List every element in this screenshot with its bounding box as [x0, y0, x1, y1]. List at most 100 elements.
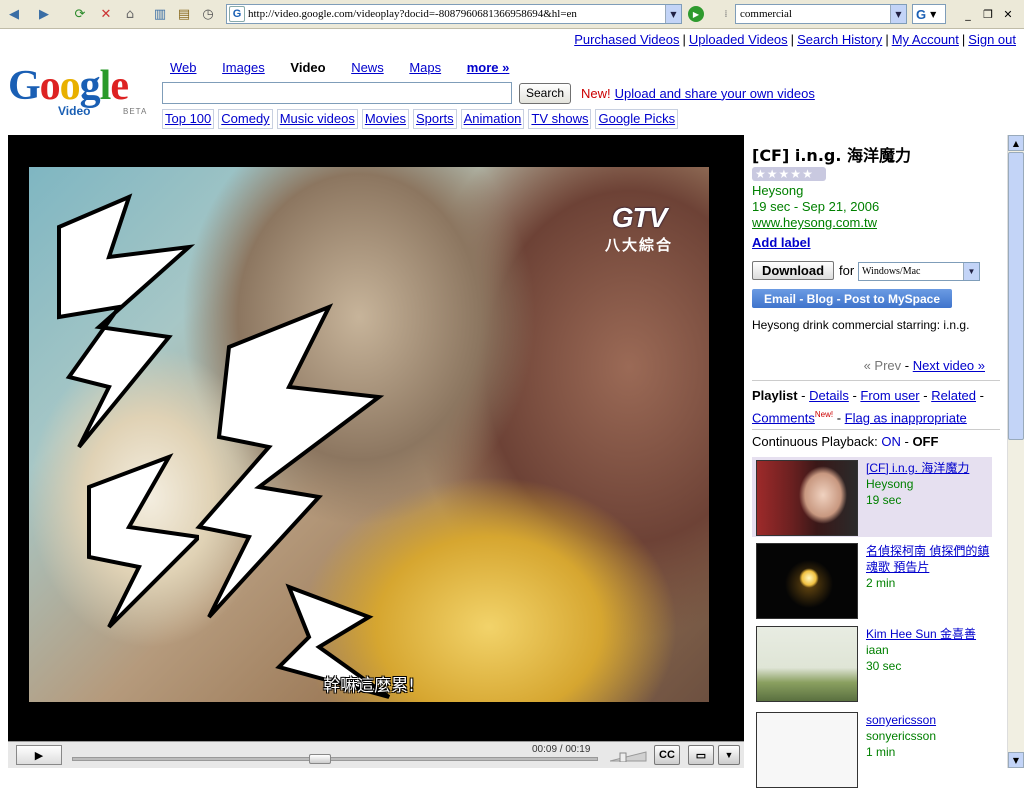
search-engine-button[interactable]: G ▼ — [912, 4, 946, 24]
play-button[interactable]: ▶ — [16, 745, 62, 765]
video-frame[interactable]: GTV 八大綜合 幹嘛這麼累! — [29, 167, 709, 702]
logo-wordmark: Google — [8, 63, 129, 109]
divider — [752, 380, 1000, 381]
seek-handle[interactable] — [308, 754, 331, 764]
bookmarks-icon[interactable]: ▥ — [150, 4, 170, 24]
time-readout: 00:09 / 00:19 — [532, 744, 591, 755]
category-animation[interactable]: Animation — [460, 109, 525, 129]
star-icon[interactable]: ★ — [755, 167, 766, 181]
playlist-item[interactable]: 名偵探柯南 偵探們的鎮魂歌 預告片 2 min — [752, 540, 992, 620]
address-text[interactable]: http://video.google.com/videoplay?docid=… — [248, 8, 665, 20]
video-thumbnail[interactable] — [756, 543, 858, 619]
playlist-item-title[interactable]: Kim Hee Sun 金喜善 — [866, 626, 992, 642]
comments-link[interactable]: Comments — [752, 410, 815, 425]
video-meta: 19 sec - Sep 21, 2006 — [752, 199, 880, 214]
play-icon: ▶ — [34, 748, 44, 762]
video-thumbnail[interactable] — [756, 460, 858, 536]
star-icon[interactable]: ★ — [802, 167, 813, 181]
google-g-icon: G — [916, 6, 927, 22]
uploaded-videos-link[interactable]: Uploaded Videos — [689, 32, 788, 47]
purchased-videos-link[interactable]: Purchased Videos — [574, 32, 679, 47]
closed-captions-button[interactable]: CC — [654, 745, 680, 765]
video-author: Heysong — [752, 183, 804, 198]
engine-dropdown-icon[interactable]: ▼ — [930, 10, 936, 19]
video-thumbnail[interactable] — [756, 626, 858, 702]
minimize-icon[interactable]: _ — [960, 6, 976, 22]
category-sports[interactable]: Sports — [413, 109, 457, 129]
video-site-link[interactable]: www.heysong.com.tw — [752, 215, 877, 230]
address-bar[interactable]: G http://video.google.com/videoplay?doci… — [226, 4, 682, 24]
upload-videos-link[interactable]: Upload and share your own videos — [615, 86, 815, 101]
playlist-item[interactable]: Kim Hee Sun 金喜善 iaan 30 sec — [752, 623, 992, 703]
star-icon[interactable]: ★ — [790, 167, 801, 181]
tab-news[interactable]: News — [351, 60, 384, 75]
player-menu-icon[interactable]: ▼ — [718, 745, 740, 765]
star-icon[interactable]: ★ — [779, 167, 790, 181]
continuous-on-toggle[interactable]: ON — [881, 434, 901, 449]
share-button[interactable]: Email - Blog - Post to MySpace — [752, 289, 952, 308]
video-thumbnail[interactable] — [756, 712, 858, 788]
category-music-videos[interactable]: Music videos — [276, 109, 358, 129]
playlist-item-title[interactable]: 名偵探柯南 偵探們的鎮魂歌 預告片 — [866, 543, 992, 575]
next-video-link[interactable]: Next video » — [913, 358, 985, 373]
stop-icon[interactable]: ✕ — [96, 4, 116, 24]
close-window-icon[interactable]: ✕ — [1000, 6, 1016, 22]
from-user-link[interactable]: From user — [860, 388, 919, 403]
seek-bar[interactable] — [72, 754, 598, 764]
tab-more[interactable]: more » — [467, 60, 510, 75]
related-link[interactable]: Related — [931, 388, 976, 403]
search-history-link[interactable]: Search History — [797, 32, 882, 47]
home-icon[interactable]: ⌂ — [120, 4, 140, 24]
page-scrollbar[interactable]: ▲ ▼ — [1007, 135, 1024, 768]
flag-link[interactable]: Flag as inappropriate — [845, 410, 967, 425]
video-search-input[interactable] — [162, 82, 512, 104]
category-movies[interactable]: Movies — [361, 109, 410, 129]
search-dropdown-icon[interactable]: ▼ — [890, 5, 906, 23]
category-top-100[interactable]: Top 100 — [162, 109, 215, 129]
restore-icon[interactable]: ❐ — [980, 6, 996, 22]
refresh-icon[interactable]: ⟳ — [70, 4, 90, 24]
tab-web[interactable]: Web — [170, 60, 197, 75]
player-controls: ▶ 00:09 / 00:19 CC ▭ ▼ — [8, 741, 744, 768]
continuous-playback: Continuous Playback: ON - OFF — [752, 434, 939, 449]
volume-slider-icon[interactable] — [610, 750, 650, 762]
playlist-item[interactable]: sonyericsson sonyericsson 1 min — [752, 709, 992, 789]
scroll-thumb[interactable] — [1008, 152, 1024, 440]
continuous-off-toggle[interactable]: OFF — [912, 434, 938, 449]
print-icon[interactable]: ▤ — [174, 4, 194, 24]
go-icon[interactable]: ▶ — [688, 6, 704, 22]
history-icon[interactable]: ◷ — [198, 4, 218, 24]
star-icon[interactable]: ★ — [767, 167, 778, 181]
add-label-link[interactable]: Add label — [752, 235, 811, 250]
browser-search-box[interactable]: commercial ▼ — [735, 4, 907, 24]
playlist-item-title[interactable]: [CF] i.n.g. 海洋魔力 — [866, 460, 992, 476]
continuous-label: Continuous Playback: — [752, 434, 878, 449]
divider — [752, 429, 1000, 430]
fullscreen-icon[interactable]: ▭ — [688, 745, 714, 765]
my-account-link[interactable]: My Account — [892, 32, 959, 47]
address-dropdown-icon[interactable]: ▼ — [665, 5, 681, 23]
platform-dropdown-icon[interactable]: ▼ — [963, 263, 979, 280]
tab-images[interactable]: Images — [222, 60, 265, 75]
video-player[interactable]: GTV 八大綜合 幹嘛這麼累! ▶ 00:09 / 00:19 CC ▭ ▼ — [8, 135, 744, 768]
playlist-item-title[interactable]: sonyericsson — [866, 712, 992, 728]
tab-maps[interactable]: Maps — [409, 60, 441, 75]
category-tv-shows[interactable]: TV shows — [528, 109, 592, 129]
download-button[interactable]: Download — [752, 261, 834, 280]
scroll-up-icon[interactable]: ▲ — [1008, 135, 1024, 151]
platform-select[interactable]: Windows/Mac ▼ — [858, 262, 980, 281]
tab-video: Video — [290, 60, 326, 75]
sign-out-link[interactable]: Sign out — [968, 32, 1016, 47]
video-subtitle: 幹嘛這麼累! — [323, 676, 415, 696]
google-video-logo[interactable]: Google Video BETA — [8, 64, 158, 124]
browser-search-text[interactable]: commercial — [736, 8, 890, 20]
category-google-picks[interactable]: Google Picks — [595, 109, 679, 129]
scroll-down-icon[interactable]: ▼ — [1008, 752, 1024, 768]
category-comedy[interactable]: Comedy — [218, 109, 273, 129]
search-button[interactable]: Search — [519, 82, 572, 104]
details-link[interactable]: Details — [809, 388, 849, 403]
back-icon[interactable]: ◀ — [4, 4, 24, 24]
rating-stars[interactable]: ★ ★ ★ ★ ★ — [752, 167, 826, 181]
forward-icon[interactable]: ▶ — [34, 4, 54, 24]
playlist-item[interactable]: [CF] i.n.g. 海洋魔力 Heysong 19 sec — [752, 457, 992, 537]
